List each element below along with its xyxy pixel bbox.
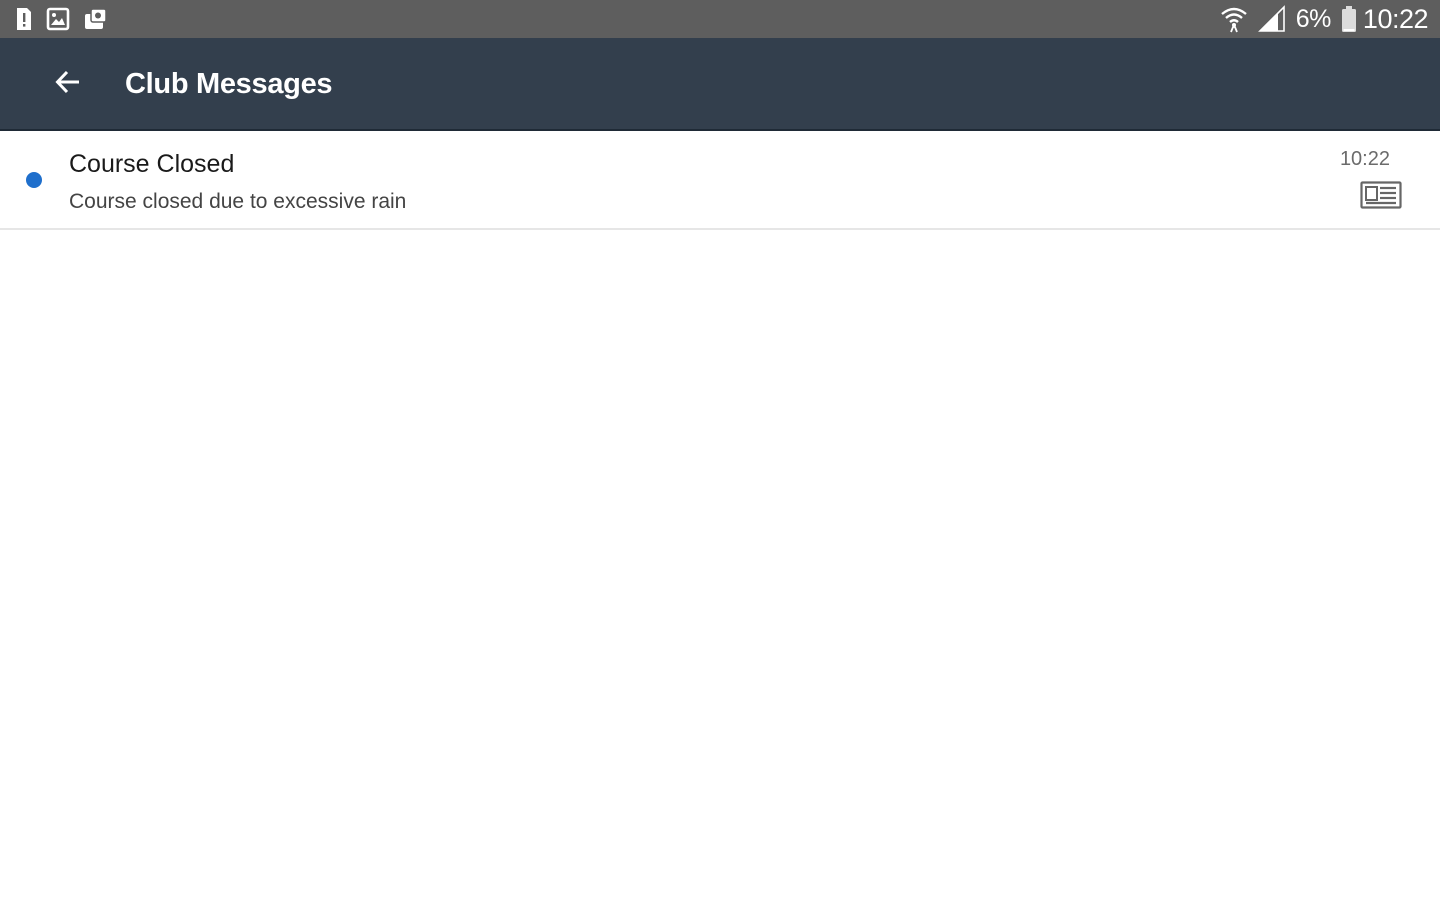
signal-icon (1257, 5, 1286, 33)
message-title: Course Closed (69, 150, 235, 178)
message-preview: Course closed due to excessive rain (69, 190, 407, 213)
status-notifications (14, 6, 108, 32)
sim-alert-icon (14, 6, 34, 32)
image-notification-icon (46, 6, 70, 32)
message-timestamp: 10:22 (1339, 148, 1390, 170)
status-clock: 10:22 (1362, 3, 1429, 34)
newspaper-icon (1360, 181, 1402, 209)
battery-icon (1341, 5, 1357, 33)
app-bar: Club Messages (0, 38, 1440, 131)
battery-percent: 6% (1295, 4, 1332, 33)
status-bar: 6% 10:22 (0, 0, 1440, 38)
arrow-back-icon (54, 68, 82, 101)
app-notification-icon (82, 6, 108, 32)
message-list: Course Closed Course closed due to exces… (0, 131, 1440, 230)
wifi-icon (1220, 5, 1248, 33)
unread-indicator-dot (26, 172, 42, 188)
page-title: Club Messages (125, 68, 333, 100)
status-system: 6% 10:22 (1220, 0, 1429, 38)
back-button[interactable] (46, 62, 90, 106)
message-row-course-closed[interactable]: Course Closed Course closed due to exces… (0, 131, 1440, 230)
